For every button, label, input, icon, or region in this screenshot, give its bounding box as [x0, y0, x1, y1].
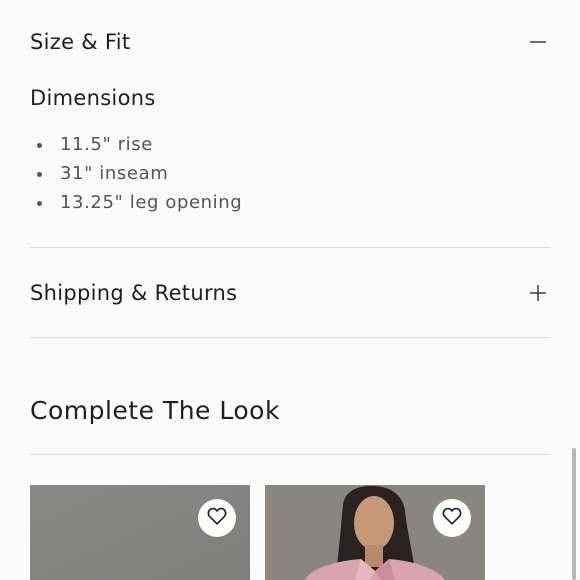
- minus-icon[interactable]: [528, 32, 548, 52]
- size-fit-accordion[interactable]: Size & Fit: [30, 20, 550, 64]
- heart-icon: [442, 507, 462, 529]
- divider: [30, 337, 550, 338]
- divider: [30, 247, 550, 248]
- plus-icon[interactable]: [528, 283, 548, 303]
- dimensions-heading: Dimensions: [30, 86, 156, 110]
- heart-icon: [207, 507, 227, 529]
- size-fit-header[interactable]: Size & Fit: [30, 20, 550, 64]
- shipping-returns-accordion[interactable]: Shipping & Returns: [30, 271, 550, 315]
- list-item: 11.5" rise: [30, 130, 242, 159]
- complete-the-look-title: Complete The Look: [30, 396, 280, 425]
- list-item: 13.25" leg opening: [30, 188, 242, 217]
- scrollbar-thumb[interactable]: [572, 448, 576, 580]
- list-item: 31" inseam: [30, 159, 242, 188]
- shipping-returns-title: Shipping & Returns: [30, 281, 238, 305]
- divider: [30, 454, 550, 455]
- dimensions-list: 11.5" rise 31" inseam 13.25" leg opening: [30, 130, 242, 217]
- favorite-button[interactable]: [198, 499, 236, 537]
- product-card[interactable]: [265, 485, 485, 580]
- product-card[interactable]: [30, 485, 250, 580]
- size-fit-title: Size & Fit: [30, 30, 131, 54]
- favorite-button[interactable]: [433, 499, 471, 537]
- shipping-returns-header[interactable]: Shipping & Returns: [30, 271, 550, 315]
